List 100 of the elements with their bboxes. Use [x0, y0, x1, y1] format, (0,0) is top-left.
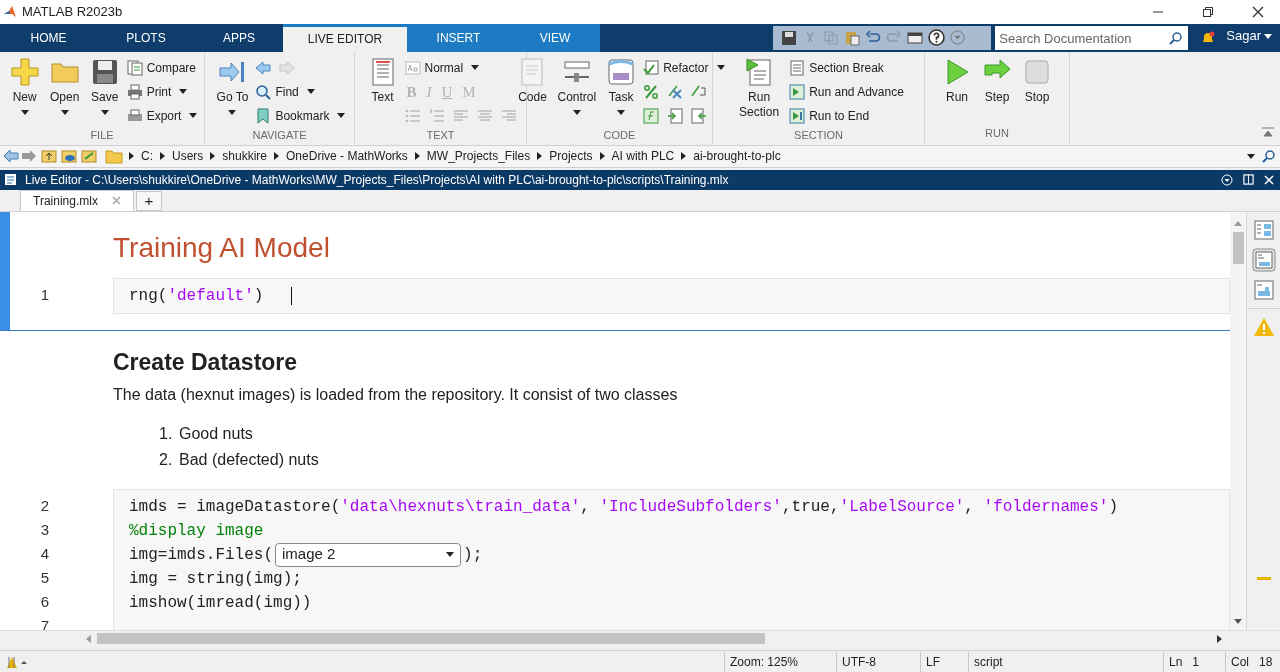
path-segment[interactable]: OneDrive - MathWorks — [286, 147, 408, 166]
path-segment[interactable]: C: — [141, 147, 153, 166]
ribbon-button[interactable]: Go To — [213, 56, 252, 127]
code-line: img = string(img); — [129, 568, 302, 590]
scroll-down-icon[interactable] — [1234, 618, 1242, 625]
ribbon-button[interactable]: Task — [603, 56, 640, 127]
ribbon-button[interactable]: Normal — [404, 56, 517, 79]
ribbon-button[interactable]: New — [6, 56, 43, 127]
path-segment[interactable]: shukkire — [222, 147, 268, 166]
horizontal-scrollbar-thumb[interactable] — [97, 633, 765, 645]
ribbon-button[interactable]: Open — [46, 56, 83, 127]
chevron-right-icon — [274, 152, 280, 161]
arrow-left-icon[interactable] — [255, 59, 272, 76]
close-icon[interactable] — [1252, 5, 1264, 18]
status-field: Zoom: 125% — [724, 651, 836, 672]
folder-up-icon[interactable] — [41, 149, 57, 164]
align-right-icon[interactable] — [500, 107, 517, 124]
save-icon[interactable] — [781, 29, 798, 46]
ribbon-button[interactable]: Step — [979, 56, 1015, 126]
restore-icon[interactable] — [1202, 5, 1214, 18]
caret-icon — [1264, 33, 1272, 39]
refactor-icon — [643, 59, 660, 76]
percent-icon[interactable] — [643, 83, 660, 100]
align-left-icon[interactable] — [452, 107, 469, 124]
ribbon-button[interactable]: Save — [86, 56, 123, 127]
printer-icon — [126, 83, 143, 100]
ribbon-button[interactable]: Refactor — [643, 56, 725, 79]
uncomment-icon[interactable] — [667, 83, 684, 100]
paste-icon[interactable] — [844, 29, 861, 46]
collapse-ribbon-icon[interactable] — [1262, 126, 1274, 137]
scroll-left-icon[interactable] — [85, 634, 91, 643]
line-number: 2 — [39, 496, 51, 517]
ribbon-button[interactable]: Run Section — [733, 56, 786, 127]
group-label: TEXT — [426, 127, 455, 143]
chevron-right-icon — [537, 152, 543, 161]
caret-icon — [617, 109, 626, 115]
ribbon-tab[interactable]: VIEW — [510, 23, 600, 52]
path-segment[interactable]: ai-brought-to-plc — [693, 147, 781, 166]
caret-icon — [337, 113, 346, 119]
path-segment[interactable]: Users — [172, 147, 204, 166]
help-icon[interactable] — [928, 29, 946, 47]
ribbon-button[interactable]: Run to End — [789, 104, 904, 127]
ribbon-button[interactable]: Control — [554, 56, 600, 127]
ribbon-button[interactable]: Print — [126, 80, 198, 103]
ribbon-button[interactable]: Bookmark — [255, 104, 346, 127]
undock-icon[interactable] — [1243, 174, 1254, 186]
cloud-folder-icon[interactable] — [61, 149, 77, 164]
function-icon[interactable] — [643, 107, 660, 124]
search-icon[interactable] — [1262, 149, 1276, 164]
line-number: 5 — [39, 568, 51, 589]
ribbon-tab[interactable]: LIVE EDITOR — [283, 23, 407, 52]
list-item: Good nuts — [179, 423, 253, 444]
compare-icon — [126, 59, 143, 76]
ribbon-tab[interactable]: INSERT — [407, 23, 510, 52]
document-tab[interactable]: Training.mlx — [20, 189, 134, 211]
indent-icon[interactable] — [667, 107, 684, 124]
ribbon-button[interactable]: Find — [255, 80, 346, 103]
actions-icon[interactable] — [1221, 173, 1233, 186]
line-number: 3 — [39, 520, 51, 541]
ribbon-button[interactable]: Run — [939, 56, 975, 126]
section-break-icon — [789, 59, 806, 76]
right-output-icon[interactable] — [1253, 279, 1274, 300]
dropdown-control[interactable]: image 2 — [275, 542, 462, 567]
editor-icon — [4, 173, 17, 187]
warning-marker[interactable] — [1256, 576, 1271, 580]
new-tab-button[interactable]: + — [135, 190, 162, 211]
path-segment[interactable]: Projects — [549, 147, 593, 166]
browse-folder-icon[interactable] — [81, 149, 97, 164]
scroll-right-icon[interactable] — [1217, 634, 1223, 643]
path-segment[interactable]: MW_Projects_Files — [426, 147, 531, 166]
scrollbar-thumb[interactable] — [1232, 231, 1244, 264]
ribbon-button[interactable]: Text — [364, 56, 401, 127]
bulleted-list-icon[interactable] — [404, 107, 421, 124]
warning-icon[interactable] — [1252, 316, 1275, 337]
ribbon-button[interactable]: Stop — [1019, 56, 1055, 126]
inline-view-icon[interactable] — [1251, 247, 1276, 272]
code-line: img=imds.Files( — [129, 544, 274, 566]
ribbon-button[interactable]: Code — [514, 56, 551, 127]
scroll-up-icon[interactable] — [1234, 219, 1242, 226]
caret-icon — [572, 109, 581, 115]
user-menu[interactable]: Sagar — [1226, 26, 1272, 46]
outdent-icon[interactable] — [691, 107, 708, 124]
path-segment[interactable]: AI with PLC — [611, 147, 675, 166]
ribbon-button[interactable]: Section Break — [789, 56, 904, 79]
back-icon[interactable] — [3, 149, 19, 164]
numbered-list-icon[interactable] — [428, 107, 445, 124]
ribbon-button[interactable]: Export — [126, 104, 198, 127]
outline-view-icon[interactable] — [1253, 219, 1274, 240]
ribbon-button[interactable]: Compare — [126, 56, 198, 79]
window-icon[interactable] — [907, 29, 924, 46]
warning-tool-icon[interactable] — [6, 654, 28, 669]
line-label: Ln — [1169, 653, 1183, 671]
section-heading: Create Datastore — [113, 347, 299, 377]
chevron-right-icon — [160, 152, 165, 161]
ribbon-button[interactable]: Run and Advance — [789, 80, 904, 103]
chevron-right-icon — [210, 152, 216, 161]
status-field: UTF-8 — [836, 651, 920, 672]
align-center-icon[interactable] — [476, 107, 493, 124]
search-field[interactable]: Search Documentation — [995, 26, 1189, 51]
vertical-scrollbar[interactable] — [1230, 211, 1246, 631]
